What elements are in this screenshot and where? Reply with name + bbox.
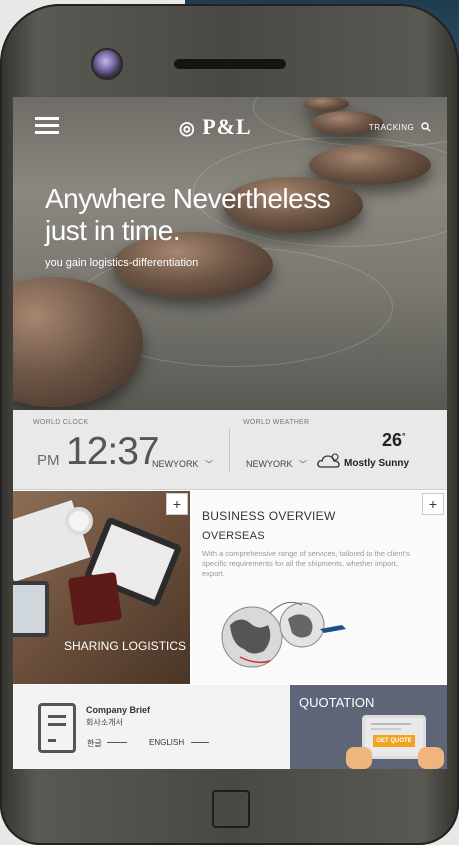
sharing-expand-button[interactable]: + [166, 493, 188, 515]
clock-ampm: PM [37, 452, 60, 469]
temperature: 26° [382, 430, 406, 450]
clock-weather-bar: WORLD CLOCK PM 12:37 NEWYORK ﹀ WORLD WEA… [13, 410, 447, 490]
quotation-tile[interactable]: QUOTATION GET QUOTE [290, 685, 447, 769]
hamburger-menu-icon[interactable] [35, 117, 59, 135]
business-overview-tile[interactable]: + BUSINESS OVERVIEW OVERSEAS With a comp… [192, 491, 447, 684]
company-brief-title: Company Brief [86, 705, 151, 715]
get-quote-button[interactable]: GET QUOTE [373, 735, 415, 747]
clock-city-select[interactable]: NEWYORK ﹀ [152, 459, 213, 470]
hero-headline: Anywhere Nevertheless just in time. [45, 183, 331, 246]
speaker-grille [174, 59, 286, 69]
logo-swirl-icon: ◎ [179, 118, 196, 138]
business-overview-title: BUSINESS OVERVIEW [202, 509, 336, 523]
stepping-stone [303, 97, 349, 111]
degree-symbol: ° [402, 431, 406, 441]
business-overview-subtitle: OVERSEAS [202, 530, 265, 542]
world-globe-illustration [221, 601, 346, 668]
world-clock-label: WORLD CLOCK [33, 419, 89, 426]
english-download-link[interactable]: ENGLISH [149, 738, 184, 747]
clock-city: NEWYORK [152, 459, 199, 469]
company-brief-tile: Company Brief 회사소개서 한글 ENGLISH [13, 685, 290, 769]
stepping-stone [309, 145, 431, 185]
company-brief-title-kr: 회사소개서 [86, 718, 123, 727]
business-overview-description: With a comprehensive range of services, … [202, 549, 410, 578]
document-icon [38, 703, 76, 753]
notebook [67, 571, 123, 627]
home-button[interactable] [212, 790, 250, 828]
quotation-label: QUOTATION [299, 695, 375, 710]
clock-time: 12:37 [66, 430, 160, 473]
sharing-logistics-label: SHARING LOGISTICS [64, 639, 187, 653]
tracking-label: TRACKING [368, 123, 415, 132]
weather-city-select[interactable]: NEWYORK ﹀ [246, 459, 307, 470]
business-expand-button[interactable]: + [422, 493, 444, 515]
coffee-cup [65, 507, 93, 535]
arrow-right-icon [191, 742, 209, 743]
tracking-link[interactable]: TRACKING [369, 122, 431, 132]
app-screen: ◎ P&L TRACKING Anywhere Nevertheless jus… [13, 97, 447, 769]
sharing-logistics-tile[interactable]: + SHARING LOGISTICS [13, 491, 190, 684]
cloud-sun-icon [317, 453, 340, 468]
hand-left [346, 747, 372, 769]
weather-condition: Mostly Sunny [344, 458, 410, 469]
front-camera [91, 48, 123, 80]
world-weather-label: WORLD WEATHER [243, 419, 310, 426]
search-icon[interactable] [421, 122, 431, 132]
korean-download-link[interactable]: 한글 [87, 738, 102, 749]
hero-subline: you gain logistics-differentiation [45, 257, 199, 269]
hero-banner: ◎ P&L TRACKING Anywhere Nevertheless jus… [13, 97, 447, 410]
brand-logo[interactable]: ◎ P&L [179, 114, 252, 140]
arrow-right-icon [107, 742, 127, 743]
weather-city: NEWYORK [246, 459, 293, 469]
divider [229, 428, 230, 472]
chevron-down-icon: ﹀ [205, 460, 214, 469]
laptop-screen [13, 585, 45, 633]
chevron-down-icon: ﹀ [299, 460, 308, 469]
hand-right [418, 747, 444, 769]
laptop [13, 581, 49, 637]
